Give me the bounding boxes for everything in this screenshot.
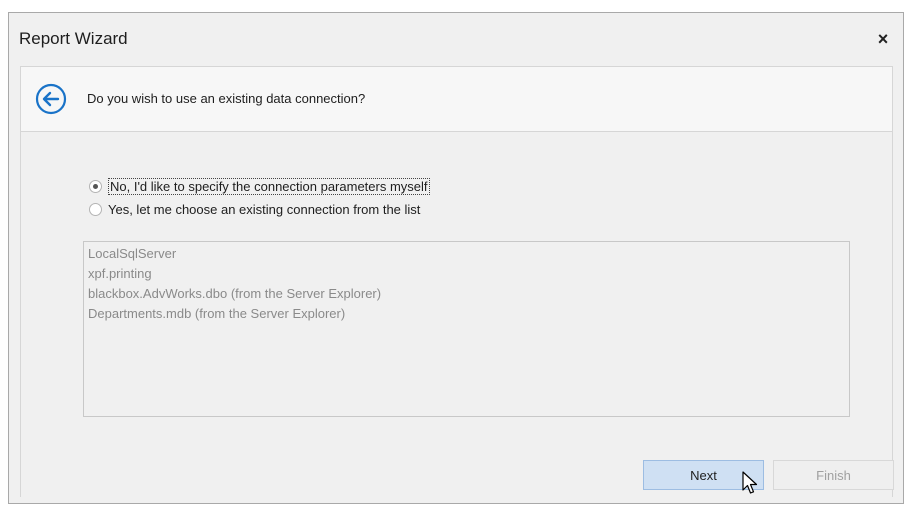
wizard-header: Do you wish to use an existing data conn…: [20, 66, 893, 132]
report-wizard-window: Report Wizard × Do you wish to use an ex…: [8, 12, 904, 504]
radio-button-specify[interactable]: [89, 179, 102, 193]
connection-list[interactable]: LocalSqlServer xpf.printing blackbox.Adv…: [83, 241, 850, 417]
radio-button-choose[interactable]: [89, 202, 102, 216]
close-button[interactable]: ×: [871, 27, 895, 51]
radio-label-choose[interactable]: Yes, let me choose an existing connectio…: [108, 202, 420, 217]
list-item[interactable]: xpf.printing: [88, 264, 845, 284]
mouse-pointer-icon: [742, 471, 758, 494]
list-item[interactable]: LocalSqlServer: [88, 244, 845, 264]
radio-option-choose[interactable]: Yes, let me choose an existing connectio…: [89, 200, 420, 218]
list-item[interactable]: Departments.mdb (from the Server Explore…: [88, 304, 845, 324]
window-title: Report Wizard: [19, 29, 128, 48]
wizard-question: Do you wish to use an existing data conn…: [87, 91, 366, 106]
title-bar: Report Wizard ×: [9, 13, 903, 65]
finish-button[interactable]: Finish: [773, 460, 894, 490]
radio-label-specify[interactable]: No, I'd like to specify the connection p…: [108, 177, 430, 195]
list-item[interactable]: blackbox.AdvWorks.dbo (from the Server E…: [88, 284, 845, 304]
radio-option-specify[interactable]: No, I'd like to specify the connection p…: [89, 177, 430, 195]
wizard-content: No, I'd like to specify the connection p…: [20, 132, 894, 497]
back-arrow-icon[interactable]: [35, 83, 67, 115]
